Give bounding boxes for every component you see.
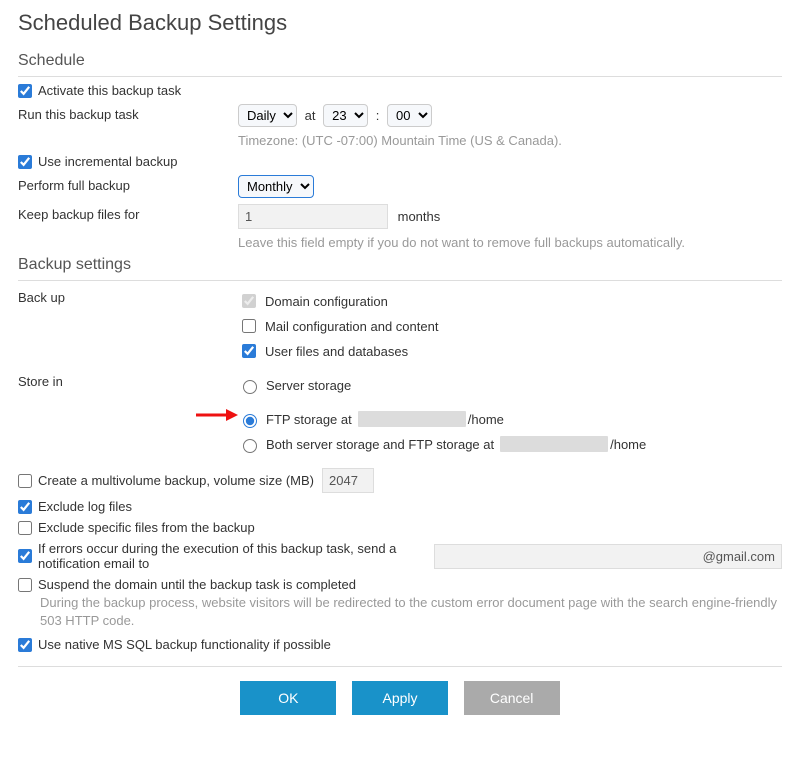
full-backup-select[interactable]: Monthly [238,175,314,198]
incremental-checkbox[interactable] [18,155,32,169]
both-host-redacted [500,436,608,452]
exclude-logs-checkbox[interactable] [18,500,32,514]
store-both-suffix: /home [610,437,646,452]
apply-button[interactable]: Apply [352,681,448,715]
colon-text: : [376,108,380,123]
run-task-label: Run this backup task [18,104,238,122]
mssql-checkbox[interactable] [18,638,32,652]
full-backup-label: Perform full backup [18,175,238,193]
suspend-checkbox[interactable] [18,578,32,592]
notify-email-input[interactable] [434,544,782,569]
exclude-specific-checkbox[interactable] [18,521,32,535]
notify-label: If errors occur during the execution of … [38,541,428,571]
user-files-checkbox[interactable] [242,344,256,358]
store-ftp-prefix: FTP storage at [266,412,352,427]
at-text: at [305,108,316,123]
ftp-host-redacted [358,411,466,427]
cancel-button[interactable]: Cancel [464,681,560,715]
store-ftp-radio[interactable] [243,414,257,428]
store-server-radio[interactable] [243,380,257,394]
exclude-logs-label: Exclude log files [38,499,132,514]
store-server-label: Server storage [266,378,351,393]
suspend-description: During the backup process, website visit… [40,594,782,629]
multivolume-input [322,468,374,493]
store-both-prefix: Both server storage and FTP storage at [266,437,494,452]
store-in-label: Store in [18,371,238,389]
timezone-note: Timezone: (UTC -07:00) Mountain Time (US… [238,133,782,148]
mail-config-checkbox[interactable] [242,319,256,333]
mssql-label: Use native MS SQL backup functionality i… [38,637,331,652]
activate-backup-label: Activate this backup task [38,83,181,98]
frequency-select[interactable]: Daily [238,104,297,127]
section-schedule: Schedule [18,52,782,77]
store-ftp-suffix: /home [468,412,504,427]
incremental-label: Use incremental backup [38,154,177,169]
arrow-icon [196,407,238,423]
user-files-label: User files and databases [265,344,408,359]
multivolume-label: Create a multivolume backup, volume size… [38,473,314,488]
keep-input[interactable] [238,204,388,229]
backup-label: Back up [18,287,238,305]
keep-label: Keep backup files for [18,204,238,222]
notify-checkbox[interactable] [18,549,32,563]
mail-config-label: Mail configuration and content [265,319,438,334]
multivolume-checkbox[interactable] [18,474,32,488]
domain-config-checkbox [242,294,256,308]
ok-button[interactable]: OK [240,681,336,715]
keep-note: Leave this field empty if you do not wan… [238,235,782,250]
activate-backup-checkbox[interactable] [18,84,32,98]
suspend-label: Suspend the domain until the backup task… [38,577,356,592]
page-title: Scheduled Backup Settings [18,10,782,36]
minute-select[interactable]: 00 [387,104,432,127]
section-backup: Backup settings [18,256,782,281]
hour-select[interactable]: 23 [323,104,368,127]
keep-unit: months [398,209,441,224]
domain-config-label: Domain configuration [265,294,388,309]
exclude-specific-label: Exclude specific files from the backup [38,520,255,535]
store-both-radio[interactable] [243,439,257,453]
